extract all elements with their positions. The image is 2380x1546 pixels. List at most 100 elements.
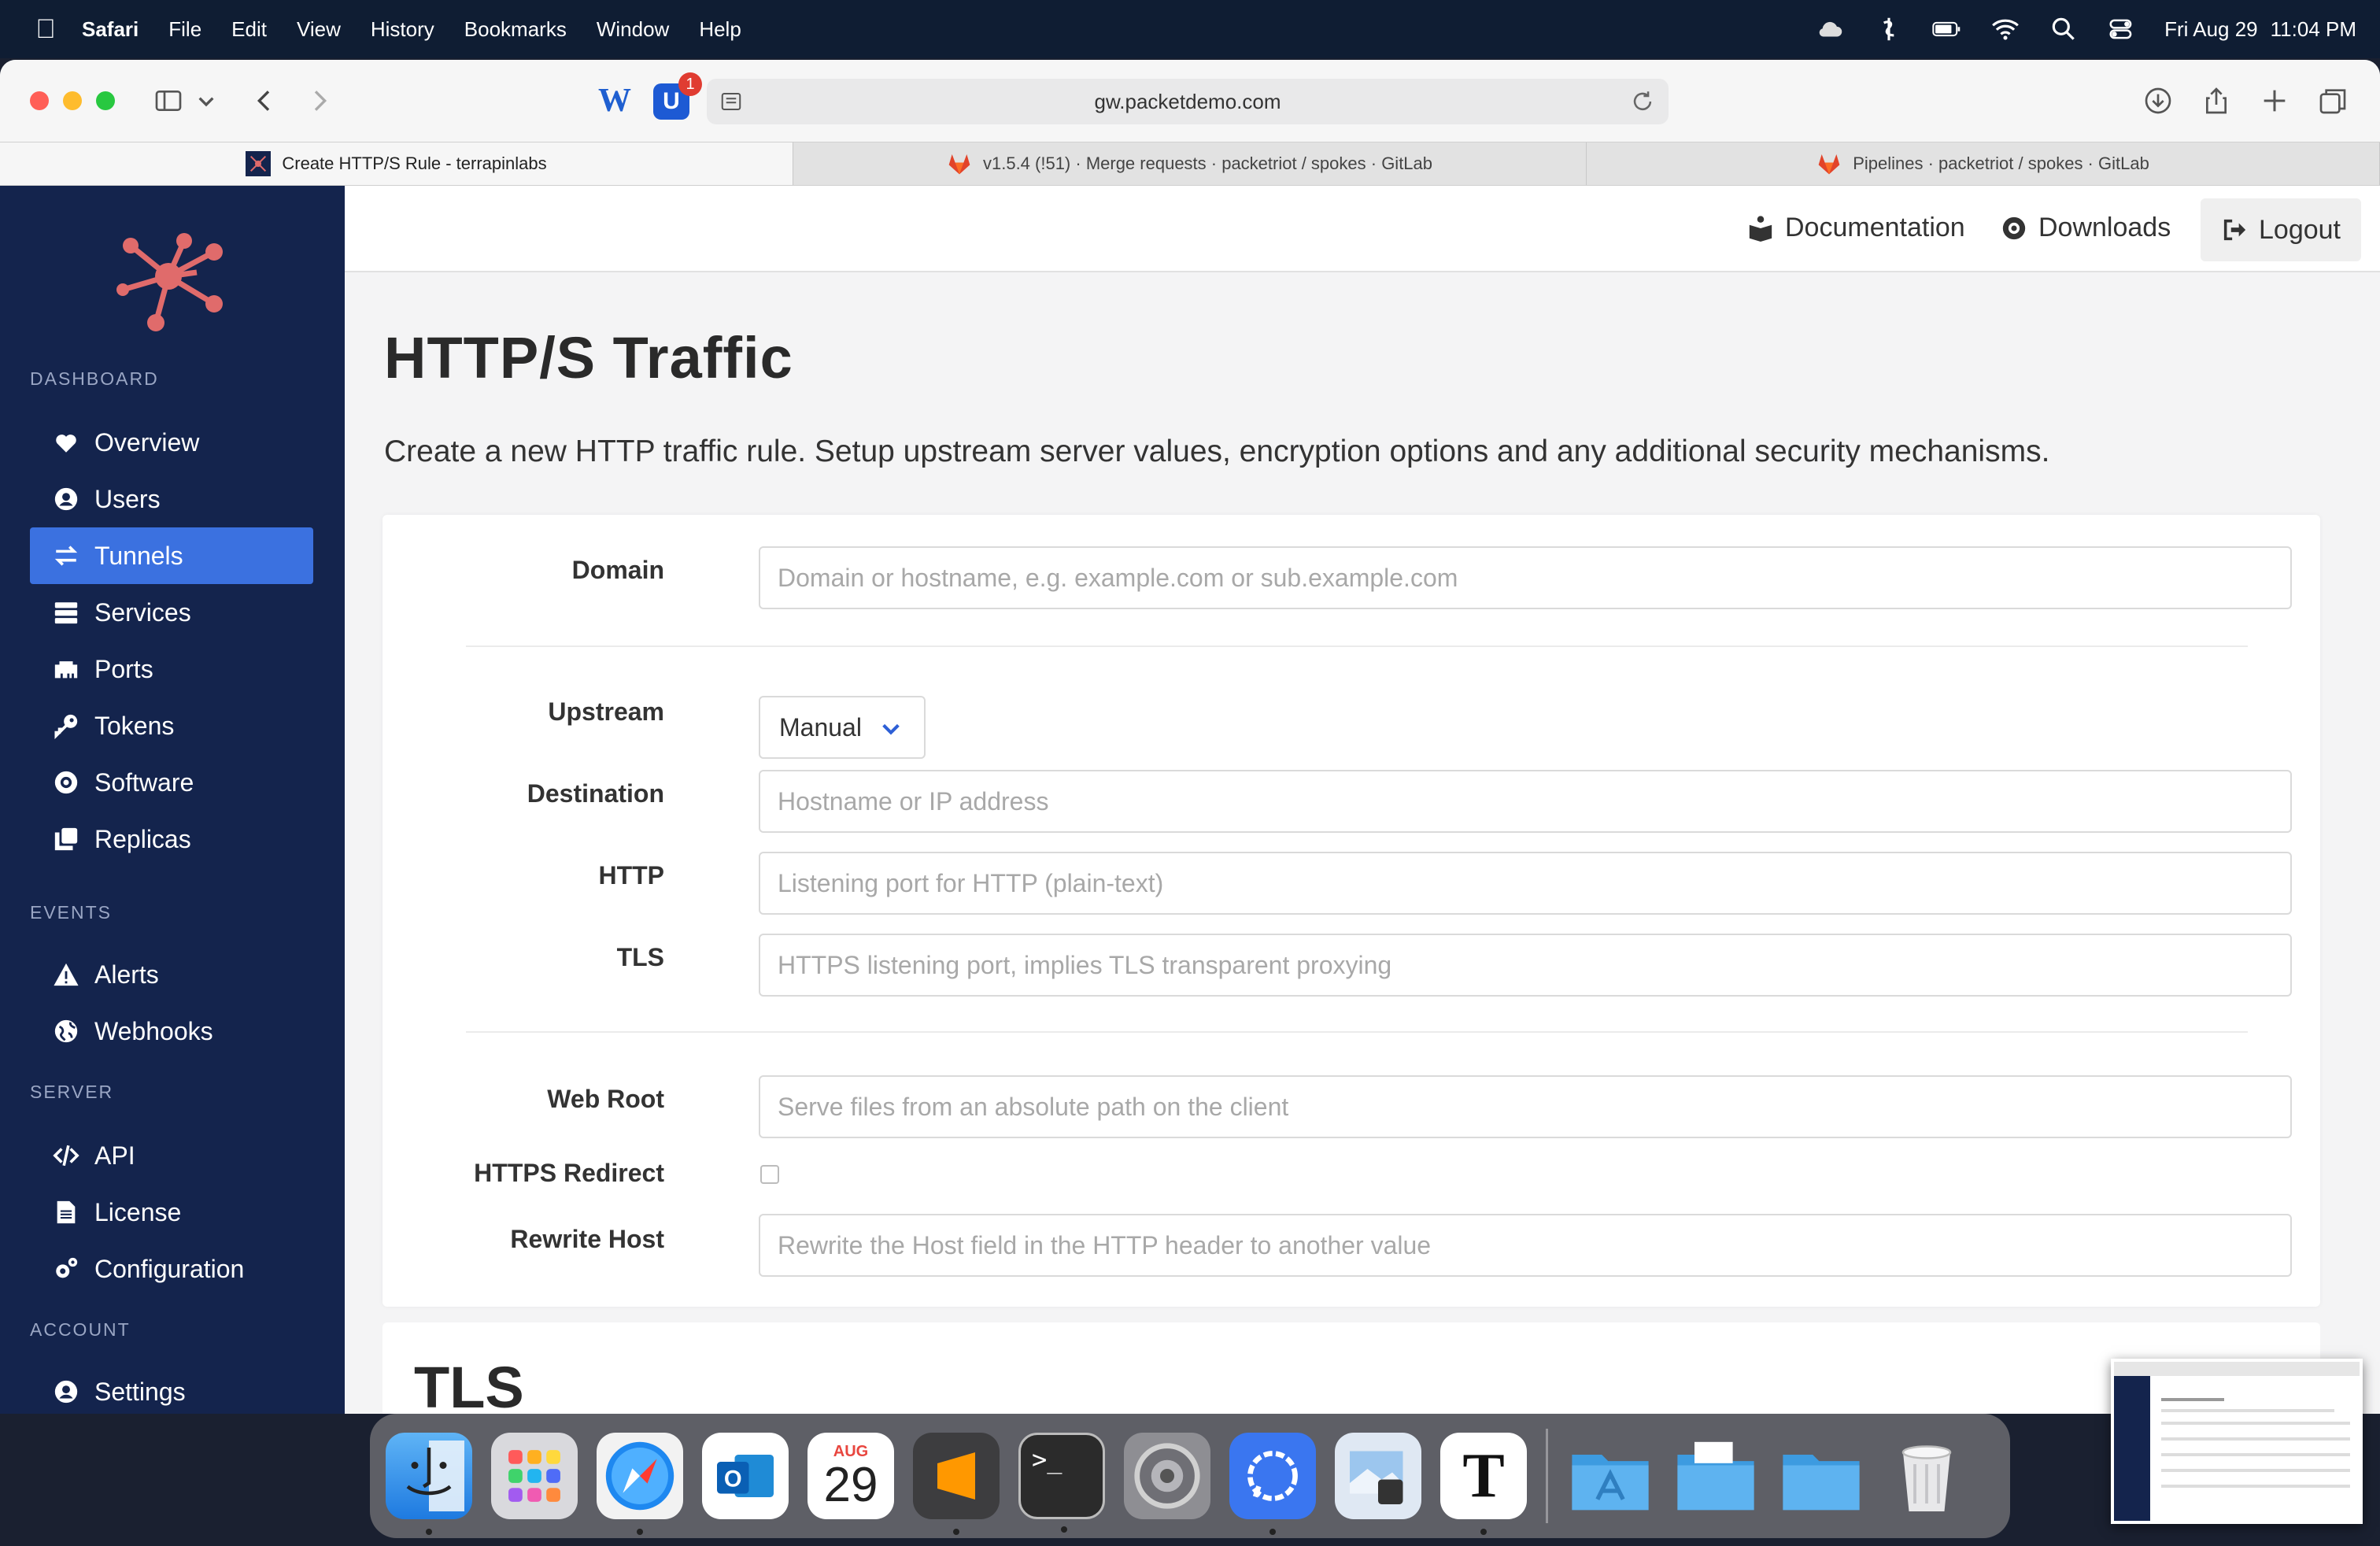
back-arrow-icon[interactable] (242, 79, 286, 123)
sidebar-item-ports[interactable]: Ports (30, 641, 313, 697)
menu-app-name[interactable]: Safari (82, 17, 139, 42)
safari-window: W U 1 gw.packetdemo.com Create HTTP/S Ru… (0, 60, 2380, 1414)
server-icon (50, 597, 82, 628)
script-icon[interactable] (1873, 13, 1905, 45)
zoom-window-button[interactable] (96, 91, 115, 110)
sidebar-item-settings[interactable]: Settings (30, 1363, 313, 1414)
apple-menu-icon[interactable]:  (30, 14, 61, 45)
chevron-down-icon (882, 723, 900, 735)
reload-icon[interactable] (1629, 88, 1656, 115)
new-tab-icon[interactable] (2252, 79, 2297, 123)
wordpress-extension-icon[interactable]: W (595, 79, 634, 123)
tls-port-input[interactable] (759, 934, 2292, 997)
sidebar-item-license[interactable]: License (30, 1184, 313, 1241)
minimize-window-button[interactable] (63, 91, 82, 110)
safari-icon[interactable] (597, 1433, 683, 1535)
page-settings-icon[interactable] (719, 90, 743, 113)
sidebar-item-tokens[interactable]: Tokens (30, 697, 313, 754)
https-redirect-checkbox[interactable] (760, 1165, 779, 1184)
app-sidebar: DASHBOARD Overview Users Tunnels Service… (0, 186, 345, 1414)
main-content: Documentation Downloads Logout HTTP/S Tr… (345, 186, 2380, 1414)
webroot-input[interactable] (759, 1075, 2292, 1138)
sidebar-item-services[interactable]: Services (30, 584, 313, 641)
sidebar-item-alerts[interactable]: Alerts (30, 946, 313, 1003)
finder-icon[interactable] (386, 1433, 472, 1535)
gears-icon (50, 1253, 82, 1285)
sublime-icon[interactable] (913, 1433, 1000, 1535)
thumbnail-line (2161, 1398, 2224, 1401)
tab-create-rule[interactable]: Create HTTP/S Rule - terrapinlabs (0, 142, 793, 185)
close-window-button[interactable] (30, 91, 49, 110)
forward-arrow-icon[interactable] (298, 79, 342, 123)
section-dashboard: DASHBOARD (30, 368, 159, 389)
packetriot-favicon-icon (246, 151, 272, 176)
calendar-day: 29 (823, 1457, 878, 1512)
chevron-down-icon[interactable] (190, 79, 222, 123)
signal-icon[interactable] (1229, 1433, 1316, 1535)
user-circle-icon (50, 483, 82, 515)
downloads-link[interactable]: Downloads (2001, 213, 2171, 243)
applications-folder-icon[interactable] (1567, 1433, 1654, 1519)
sidebar-item-label: API (94, 1141, 135, 1170)
launchpad-icon[interactable] (491, 1433, 578, 1519)
calendar-icon[interactable]: AUG 29 (808, 1433, 894, 1519)
control-center-icon[interactable] (2106, 13, 2138, 45)
menu-window[interactable]: Window (597, 17, 669, 42)
sidebar-item-replicas[interactable]: Replicas (30, 811, 313, 867)
sidebar-item-api[interactable]: API (30, 1127, 313, 1184)
typora-icon[interactable]: T (1440, 1433, 1527, 1535)
sidebar-item-label: Configuration (94, 1254, 245, 1283)
sidebar-item-overview[interactable]: Overview (30, 414, 313, 471)
battery-icon[interactable] (1931, 13, 1963, 45)
sidebar-item-webhooks[interactable]: Webhooks (30, 1003, 313, 1060)
downloads-icon[interactable] (2136, 79, 2180, 123)
http-port-input[interactable] (759, 852, 2292, 915)
trash-icon[interactable] (1883, 1433, 1970, 1519)
domain-input[interactable] (759, 546, 2292, 609)
screenshot-preview-thumbnail[interactable] (2111, 1359, 2363, 1524)
exchange-icon (50, 540, 82, 571)
tab-pipelines[interactable]: Pipelines · packetriot / spokes · GitLab (1587, 142, 2380, 185)
cloud-icon[interactable] (1815, 13, 1846, 45)
tab-overview-icon[interactable] (2311, 79, 2355, 123)
system-settings-icon[interactable] (1124, 1433, 1210, 1519)
menu-edit[interactable]: Edit (231, 17, 267, 42)
menu-help[interactable]: Help (699, 17, 741, 42)
menubar-clock[interactable]: Fri Aug 29 11:04 PM (2164, 17, 2356, 42)
folder-icon[interactable] (1672, 1433, 1759, 1519)
menu-bookmarks[interactable]: Bookmarks (464, 17, 567, 42)
logout-label: Logout (2259, 214, 2341, 245)
extension-badge: 1 (678, 72, 702, 96)
menu-view[interactable]: View (297, 17, 341, 42)
sidebar-item-label: Webhooks (94, 1016, 213, 1045)
window-controls (30, 91, 115, 110)
menu-file[interactable]: File (168, 17, 201, 42)
safari-toolbar: W U 1 gw.packetdemo.com (0, 60, 2380, 142)
sidebar-item-configuration[interactable]: Configuration (30, 1241, 313, 1297)
menubar-date: Fri Aug 29 (2164, 17, 2258, 41)
wifi-icon[interactable] (1990, 13, 2021, 45)
preview-icon[interactable] (1335, 1433, 1421, 1519)
menu-history[interactable]: History (371, 17, 434, 42)
packetriot-logo-icon[interactable] (105, 217, 231, 335)
destination-input[interactable] (759, 770, 2292, 833)
logout-button[interactable]: Logout (2201, 198, 2361, 261)
share-icon[interactable] (2194, 79, 2238, 123)
folder-icon[interactable] (1778, 1433, 1864, 1519)
sidebar-item-tunnels[interactable]: Tunnels (30, 527, 313, 584)
sidebar-item-software[interactable]: Software (30, 754, 313, 811)
spotlight-search-icon[interactable] (2048, 13, 2079, 45)
macos-dock: O AUG 29 >_ T (370, 1414, 2010, 1538)
sidebar-item-users[interactable]: Users (30, 471, 313, 527)
sidebar-toggle-icon[interactable] (146, 79, 190, 123)
rewrite-host-input[interactable] (759, 1214, 2292, 1277)
tab-merge-requests[interactable]: v1.5.4 (!51) · Merge requests · packetri… (793, 142, 1587, 185)
sidebar-item-label: Tokens (94, 711, 175, 740)
terminal-icon[interactable]: >_ (1018, 1433, 1105, 1533)
documentation-link[interactable]: Documentation (1747, 213, 1965, 243)
address-bar[interactable]: gw.packetdemo.com (707, 79, 1669, 124)
thumbnail-line (2161, 1453, 2350, 1456)
upstream-select[interactable]: Manual (759, 696, 926, 759)
running-indicator (1269, 1529, 1276, 1535)
outlook-icon[interactable]: O (702, 1433, 789, 1519)
